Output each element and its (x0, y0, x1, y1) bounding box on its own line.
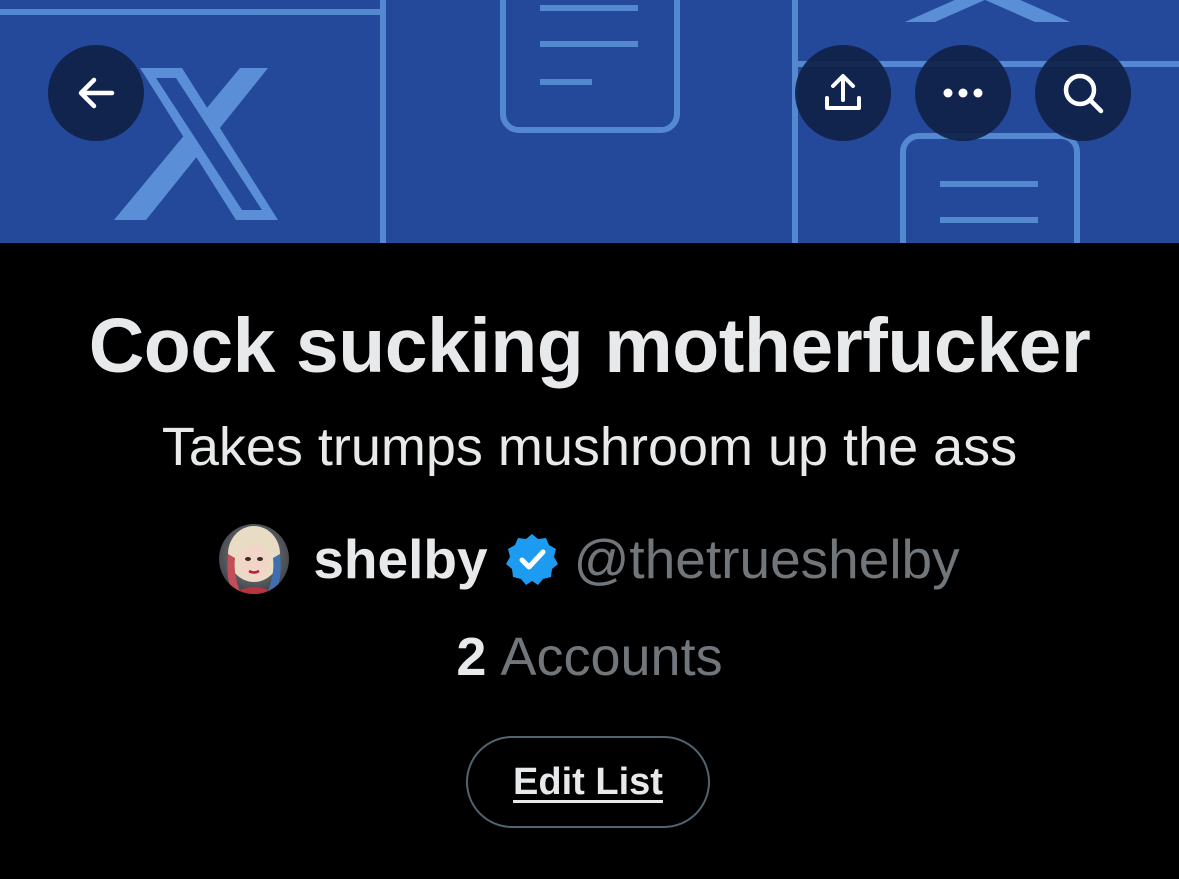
accounts-label: Accounts (500, 627, 723, 687)
list-page: Cock sucking motherfucker Takes trumps m… (0, 0, 1179, 879)
more-dots-icon (943, 88, 983, 98)
more-options-button[interactable] (915, 45, 1011, 141)
list-title: Cock sucking motherfucker (88, 303, 1091, 389)
arrow-left-icon (78, 77, 115, 109)
search-button[interactable] (1035, 45, 1131, 141)
verified-badge-icon (505, 534, 558, 585)
owner-name[interactable]: shelby (313, 524, 487, 594)
search-icon (1063, 73, 1104, 114)
share-upload-icon (825, 74, 861, 110)
edit-list-button[interactable]: Edit List (466, 736, 710, 828)
owner-handle[interactable]: @thetrueshelby (574, 524, 960, 594)
list-owner[interactable]: shelby @thetrueshelby (0, 524, 1179, 594)
back-button[interactable] (48, 45, 144, 141)
members-count-link[interactable]: 2 Accounts (0, 622, 1179, 692)
list-description: Takes trumps mushroom up the ass (161, 417, 1018, 477)
share-button[interactable] (795, 45, 891, 141)
accounts-count: 2 (456, 627, 487, 687)
avatar[interactable] (219, 524, 290, 594)
banner-pattern (0, 0, 1179, 243)
list-banner (0, 0, 1179, 243)
